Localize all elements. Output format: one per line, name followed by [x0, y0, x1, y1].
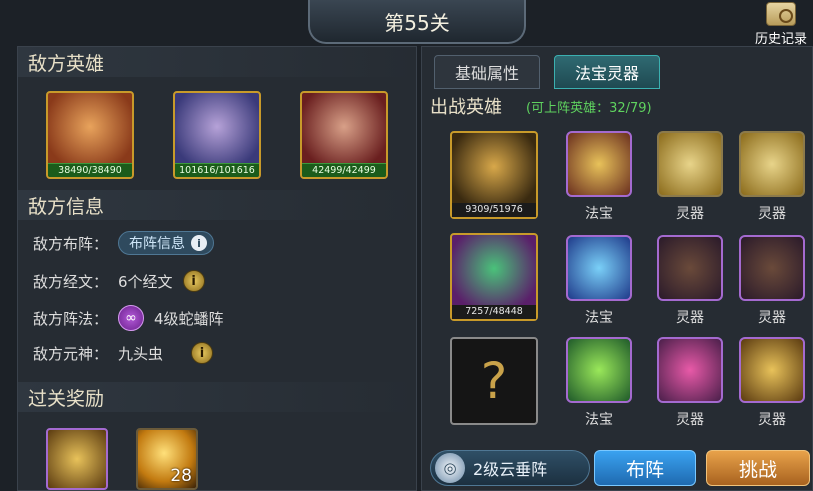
enemy-panel: 敌方英雄 38490/38490 101616/101616 42499/424… — [17, 46, 417, 491]
info-icon: i — [191, 235, 208, 251]
artifact-label: 灵器 — [676, 310, 704, 326]
treasure-slot-1[interactable] — [566, 131, 632, 197]
treasure-label: 法宝 — [585, 310, 613, 326]
artifact-slot-bowl[interactable] — [657, 337, 723, 403]
reward-count: 28 — [170, 466, 192, 486]
battle-hero-slot-2[interactable]: 7257/48448 — [450, 233, 538, 321]
challenge-button[interactable]: 挑战 — [706, 450, 810, 486]
hero-hp-bar: 9309/51976 — [452, 203, 536, 217]
hero-hp-bar: 7257/48448 — [452, 305, 536, 319]
deploy-button[interactable]: 布阵 — [594, 450, 696, 486]
tab-basic-attributes[interactable]: 基础属性 — [434, 55, 540, 89]
artifact-label: 灵器 — [758, 206, 786, 222]
enemy-hero-2[interactable]: 101616/101616 — [173, 91, 261, 179]
formation-info-button[interactable]: 布阵信息 i — [118, 231, 215, 255]
enemy-hero-3[interactable]: 42499/42499 — [300, 91, 388, 179]
artifact-label: 灵器 — [758, 412, 786, 428]
history-button[interactable]: 历史记录 — [753, 2, 809, 47]
history-label: 历史记录 — [754, 32, 807, 47]
scripture-info-icon[interactable]: i — [182, 270, 205, 292]
cloud-formation-icon: ◎ — [435, 453, 465, 483]
artifact-slot-flute-1[interactable] — [657, 235, 723, 301]
artifact-label: 灵器 — [676, 206, 704, 222]
enemy-hero-1[interactable]: 38490/38490 — [46, 91, 134, 179]
array-value: 4级蛇蟠阵 — [154, 309, 224, 328]
tab-treasure-artifacts[interactable]: 法宝灵器 — [554, 55, 660, 89]
battle-hero-slot-1[interactable]: 9309/51976 — [450, 131, 538, 219]
scroll-icon — [766, 2, 796, 26]
enemy-heroes-title: 敌方英雄 — [18, 47, 416, 77]
scripture-value: 6个经文 — [118, 272, 173, 291]
rewards-title: 过关奖励 — [18, 382, 416, 412]
treasure-label: 法宝 — [585, 412, 613, 428]
artifact-label: 灵器 — [676, 412, 704, 428]
battle-panel: 基础属性 法宝灵器 出战英雄 (可上阵英雄：32/79) 9309/51976 … — [421, 46, 813, 491]
artifact-slot-flute-2[interactable] — [739, 235, 805, 301]
stage-title: 第55关 — [308, 0, 526, 44]
artifact-slot-gourd-2[interactable] — [739, 131, 805, 197]
formation-label: 敌方布阵： — [33, 234, 109, 253]
formation-name: 2级云垂阵 — [473, 460, 548, 479]
reward-gold-orb[interactable]: 28 — [136, 428, 198, 490]
spirit-value: 九头虫 — [118, 344, 164, 363]
hero-hp-bar: 101616/101616 — [175, 163, 259, 177]
spirit-info-icon[interactable]: i — [191, 342, 214, 364]
battle-heroes-title: 出战英雄 — [430, 97, 502, 118]
formation-select-button[interactable]: ◎ 2级云垂阵 — [430, 450, 590, 486]
artifact-slot-chest[interactable] — [739, 337, 805, 403]
empty-hero-slot-question-icon[interactable]: ? — [450, 337, 538, 425]
reward-treasure-chest[interactable] — [46, 428, 108, 490]
treasure-label: 法宝 — [585, 206, 613, 222]
array-label: 敌方阵法： — [33, 309, 109, 328]
hero-hp-bar: 38490/38490 — [48, 163, 132, 177]
artifact-slot-gourd-1[interactable] — [657, 131, 723, 197]
treasure-slot-feather[interactable] — [566, 337, 632, 403]
hero-hp-bar: 42499/42499 — [302, 163, 386, 177]
available-heroes-count: (可上阵英雄：32/79) — [526, 101, 652, 116]
artifact-label: 灵器 — [758, 310, 786, 326]
formation-info-label: 布阵信息 — [129, 236, 186, 252]
snake-array-icon: ∞ — [118, 305, 145, 331]
scripture-label: 敌方经文： — [33, 272, 109, 291]
treasure-slot-2[interactable] — [566, 235, 632, 301]
spirit-label: 敌方元神： — [33, 344, 109, 363]
enemy-info-title: 敌方信息 — [18, 190, 416, 220]
